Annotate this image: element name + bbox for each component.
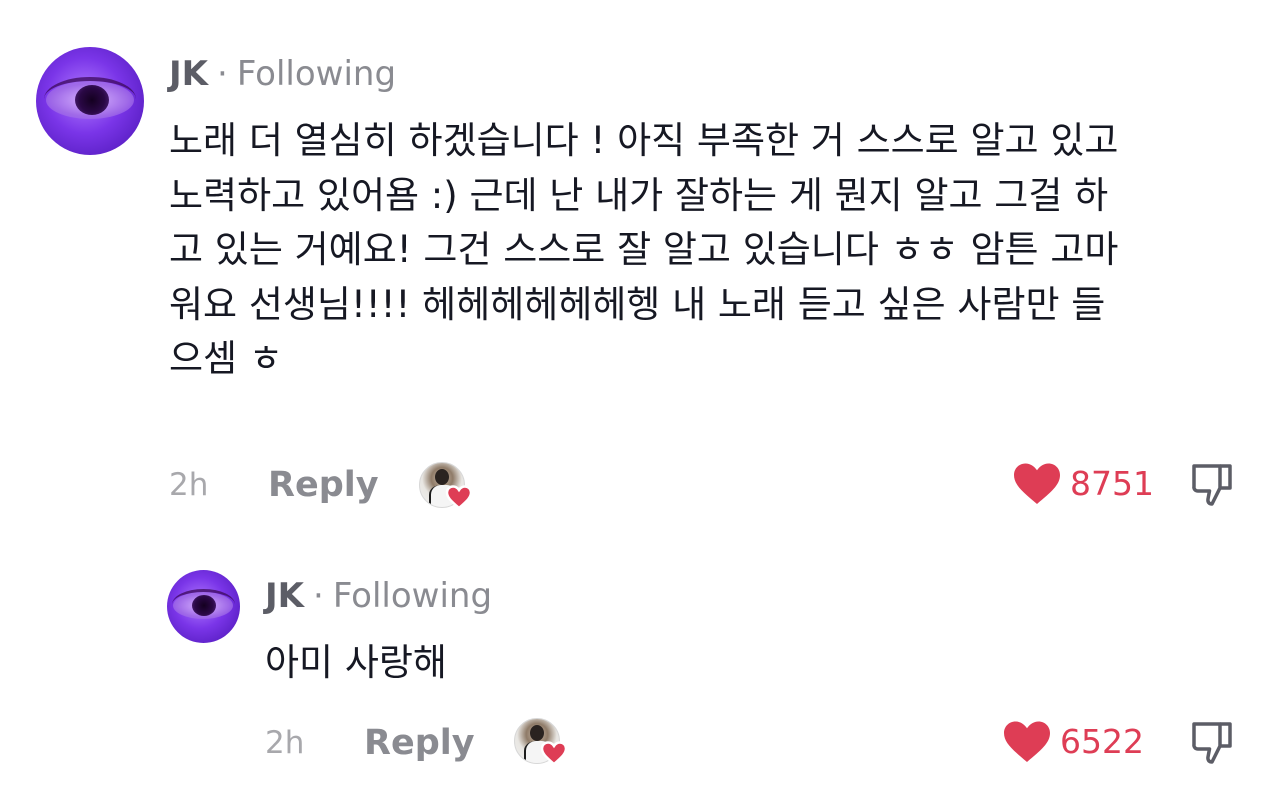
author-name[interactable]: JK xyxy=(265,576,304,616)
creator-heart-badge-icon xyxy=(445,485,473,510)
reply-button[interactable]: Reply xyxy=(364,723,475,763)
comment-text: 아미 사랑해 xyxy=(265,636,447,691)
separator-dot: · xyxy=(217,54,228,94)
like-button[interactable]: 6522 xyxy=(1002,720,1144,764)
author-name[interactable]: JK xyxy=(169,54,208,94)
follow-status: Following xyxy=(236,54,397,94)
comment-line: 노력하고 있어욤 :) 근데 난 내가 잘하는 게 뭔지 알고 그걸 하 xyxy=(169,173,1109,217)
like-count: 8751 xyxy=(1070,464,1154,503)
comment-line: 워요 선생님!!!! 헤헤헤헤헤헤헹 내 노래 듣고 싶은 사람만 들 xyxy=(169,282,1106,326)
liked-by-creator-badge xyxy=(514,718,568,766)
comment-time: 2h xyxy=(265,725,305,761)
creator-heart-badge-icon xyxy=(540,741,568,766)
separator-dot: · xyxy=(313,576,324,616)
liked-by-creator-badge xyxy=(419,462,473,510)
follow-status: Following xyxy=(332,576,493,616)
heart-icon[interactable] xyxy=(1012,462,1062,506)
comment-header: JK · Following xyxy=(169,54,396,94)
comment-line: 노래 더 열심히 하겠습니다 ! 아직 부족한 거 스스로 알고 있고 xyxy=(169,119,1119,162)
thumbs-down-icon[interactable] xyxy=(1190,720,1234,766)
comment-time: 2h xyxy=(169,467,209,503)
comment-header: JK · Following xyxy=(265,576,492,616)
like-button[interactable]: 8751 xyxy=(1012,462,1154,506)
comment-text: 노래 더 열심히 하겠습니다 ! 아직 부족한 거 스스로 알고 있고 노력하고… xyxy=(169,114,1118,387)
user-avatar[interactable] xyxy=(36,47,144,155)
reply-button[interactable]: Reply xyxy=(268,465,379,505)
thumbs-down-icon[interactable] xyxy=(1190,462,1234,508)
comment-line: 으셈 ㅎ xyxy=(169,337,283,380)
like-count: 6522 xyxy=(1060,722,1144,761)
user-avatar[interactable] xyxy=(167,570,240,643)
heart-icon[interactable] xyxy=(1002,720,1052,764)
comment-line: 고 있는 거예요! 그건 스스로 잘 알고 있습니다 ㅎㅎ 암튼 고마 xyxy=(169,228,1119,271)
comment-line: 아미 사랑해 xyxy=(265,641,447,684)
